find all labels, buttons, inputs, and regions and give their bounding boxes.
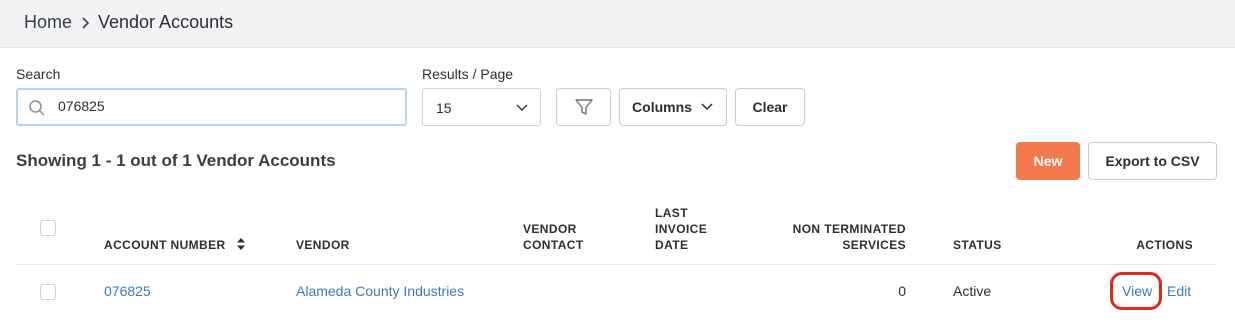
header-last-invoice-date: LAST INVOICE DATE bbox=[655, 205, 707, 253]
view-link-highlight bbox=[1110, 272, 1162, 310]
header-non-terminated-services-line: SERVICES bbox=[842, 238, 906, 252]
top-bar: Home Vendor Accounts bbox=[0, 0, 1235, 48]
search-field[interactable] bbox=[16, 88, 407, 126]
search-input[interactable] bbox=[58, 98, 388, 114]
new-button[interactable]: New bbox=[1016, 142, 1080, 180]
results-per-page-select[interactable]: 15 bbox=[422, 88, 541, 126]
chevron-right-icon bbox=[82, 17, 90, 29]
header-vendor: VENDOR bbox=[296, 238, 350, 252]
filter-button[interactable] bbox=[556, 88, 611, 126]
header-non-terminated-services: NON TERMINATED SERVICES bbox=[760, 221, 906, 253]
account-number-link[interactable]: 076825 bbox=[104, 283, 151, 299]
header-vendor-contact-line: CONTACT bbox=[523, 238, 584, 252]
columns-button-label: Columns bbox=[632, 99, 692, 115]
header-vendor-contact-line: VENDOR bbox=[523, 222, 577, 236]
header-vendor-contact: VENDOR CONTACT bbox=[523, 221, 584, 253]
header-non-terminated-services-line: NON TERMINATED bbox=[792, 222, 906, 236]
breadcrumb-home[interactable]: Home bbox=[24, 12, 72, 33]
clear-button[interactable]: Clear bbox=[735, 88, 805, 126]
header-last-invoice-date-line: DATE bbox=[655, 238, 689, 252]
table-header-divider bbox=[16, 264, 1217, 265]
edit-link[interactable]: Edit bbox=[1167, 283, 1191, 299]
vendor-link[interactable]: Alameda County Industries bbox=[296, 283, 464, 299]
chevron-down-icon bbox=[701, 103, 713, 111]
search-icon bbox=[29, 100, 45, 116]
results-per-page-value: 15 bbox=[436, 100, 452, 116]
row-checkbox[interactable] bbox=[40, 284, 56, 300]
chevron-down-icon bbox=[516, 104, 528, 112]
results-summary: Showing 1 - 1 out of 1 Vendor Accounts bbox=[16, 151, 336, 170]
status-cell: Active bbox=[953, 283, 992, 299]
search-label: Search bbox=[16, 66, 61, 82]
columns-button[interactable]: Columns bbox=[619, 88, 727, 126]
sort-icon[interactable] bbox=[237, 238, 245, 250]
export-csv-button[interactable]: Export to CSV bbox=[1088, 142, 1217, 180]
header-last-invoice-date-line: INVOICE bbox=[655, 222, 708, 236]
select-all-checkbox[interactable] bbox=[40, 220, 56, 236]
header-actions: ACTIONS bbox=[1136, 238, 1193, 252]
breadcrumb-current: Vendor Accounts bbox=[98, 12, 234, 32]
header-last-invoice-date-line: LAST bbox=[655, 206, 688, 220]
header-account-number[interactable]: ACCOUNT NUMBER bbox=[104, 237, 226, 253]
filter-icon bbox=[574, 99, 593, 115]
header-status: STATUS bbox=[953, 238, 1002, 252]
non-terminated-services-cell: 0 bbox=[898, 283, 906, 299]
results-per-page-label: Results / Page bbox=[422, 66, 514, 82]
